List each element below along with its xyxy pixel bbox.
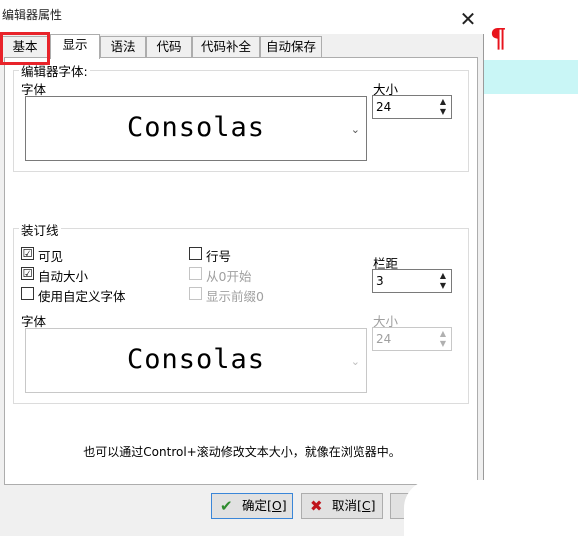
spin-down-icon[interactable]: ▼ [436, 339, 450, 349]
tab-bar: 基本 显示 语法 代码 代码补全 自动保存 [0, 34, 484, 59]
chevron-down-icon: ⌄ [350, 355, 360, 368]
gutter-group-label: 装订线 [19, 220, 61, 239]
line-numbers-checkbox[interactable]: 行号 [189, 246, 309, 264]
show-leading-zero-checkbox[interactable]: 显示前缀0 [189, 286, 309, 304]
window-title: 编辑器属性 [2, 8, 63, 22]
spin-down-icon[interactable]: ▼ [436, 107, 450, 117]
gutter-auto-size-checkbox[interactable]: ☑ 自动大小 [21, 266, 141, 284]
zoom-hint-text: 也可以通过Control+滚动修改文本大小，就像在浏览器中。 [83, 445, 401, 459]
editor-font-value: Consolas [126, 112, 266, 143]
checkmark-icon: ✔ [220, 497, 233, 515]
gutter-margin-value: 3 [376, 274, 384, 288]
editor-font-group-label: 编辑器字体: [19, 61, 90, 80]
tab-code[interactable]: 代码 [146, 36, 192, 58]
editor-size-value: 24 [376, 100, 392, 114]
tab-display[interactable]: 显示 [50, 34, 100, 59]
cancel-button[interactable]: ✖ 取消[C] [301, 493, 383, 519]
display-tab-panel: 编辑器字体: 字体 Consolas ⌄ 大小 24 ▲ ▼ 装订线 ☑ 可见 … [4, 57, 478, 485]
gutter-size-stepper[interactable]: 24 ▲ ▼ [372, 327, 452, 351]
editor-font-select[interactable]: Consolas ⌄ [25, 96, 367, 161]
close-icon[interactable]: ✕ [456, 8, 480, 32]
start-at-zero-checkbox[interactable]: 从0开始 [189, 266, 309, 284]
checkbox-unchecked-icon [189, 247, 202, 260]
gutter-font-value: Consolas [126, 344, 266, 375]
editor-properties-dialog: 编辑器属性 ✕ 基本 显示 语法 代码 代码补全 自动保存 编辑器字体: 字体 … [0, 0, 484, 536]
title-bar: 编辑器属性 ✕ [0, 0, 484, 34]
pilcrow-icon: ¶ [490, 24, 507, 54]
checkbox-unchecked-icon [189, 267, 202, 280]
gutter-size-value: 24 [376, 332, 392, 346]
spin-up-icon[interactable]: ▲ [436, 97, 450, 107]
checkbox-unchecked-icon [189, 287, 202, 300]
gutter-visible-checkbox[interactable]: ☑ 可见 [21, 246, 141, 264]
spin-down-icon[interactable]: ▼ [436, 281, 450, 291]
ok-button[interactable]: ✔ 确定[O] [211, 493, 293, 519]
tab-basic[interactable]: 基本 [0, 36, 50, 58]
tab-syntax[interactable]: 语法 [100, 36, 146, 58]
background-editor: ¶ [484, 0, 578, 536]
checkbox-checked-icon: ☑ [21, 247, 34, 260]
x-icon: ✖ [310, 497, 323, 515]
current-line-highlight [484, 60, 578, 94]
checkbox-checked-icon: ☑ [21, 267, 34, 280]
editor-size-stepper[interactable]: 24 ▲ ▼ [372, 95, 452, 119]
spin-up-icon[interactable]: ▲ [436, 271, 450, 281]
gutter-custom-font-checkbox[interactable]: 使用自定义字体 [21, 286, 161, 304]
checkbox-unchecked-icon [21, 287, 34, 300]
spin-up-icon[interactable]: ▲ [436, 329, 450, 339]
redaction-overlay [404, 480, 578, 536]
gutter-font-select[interactable]: Consolas ⌄ [25, 328, 367, 393]
tab-code-completion[interactable]: 代码补全 [192, 36, 260, 58]
tab-autosave[interactable]: 自动保存 [260, 36, 322, 58]
chevron-down-icon: ⌄ [350, 123, 360, 136]
gutter-margin-stepper[interactable]: 3 ▲ ▼ [372, 269, 452, 293]
